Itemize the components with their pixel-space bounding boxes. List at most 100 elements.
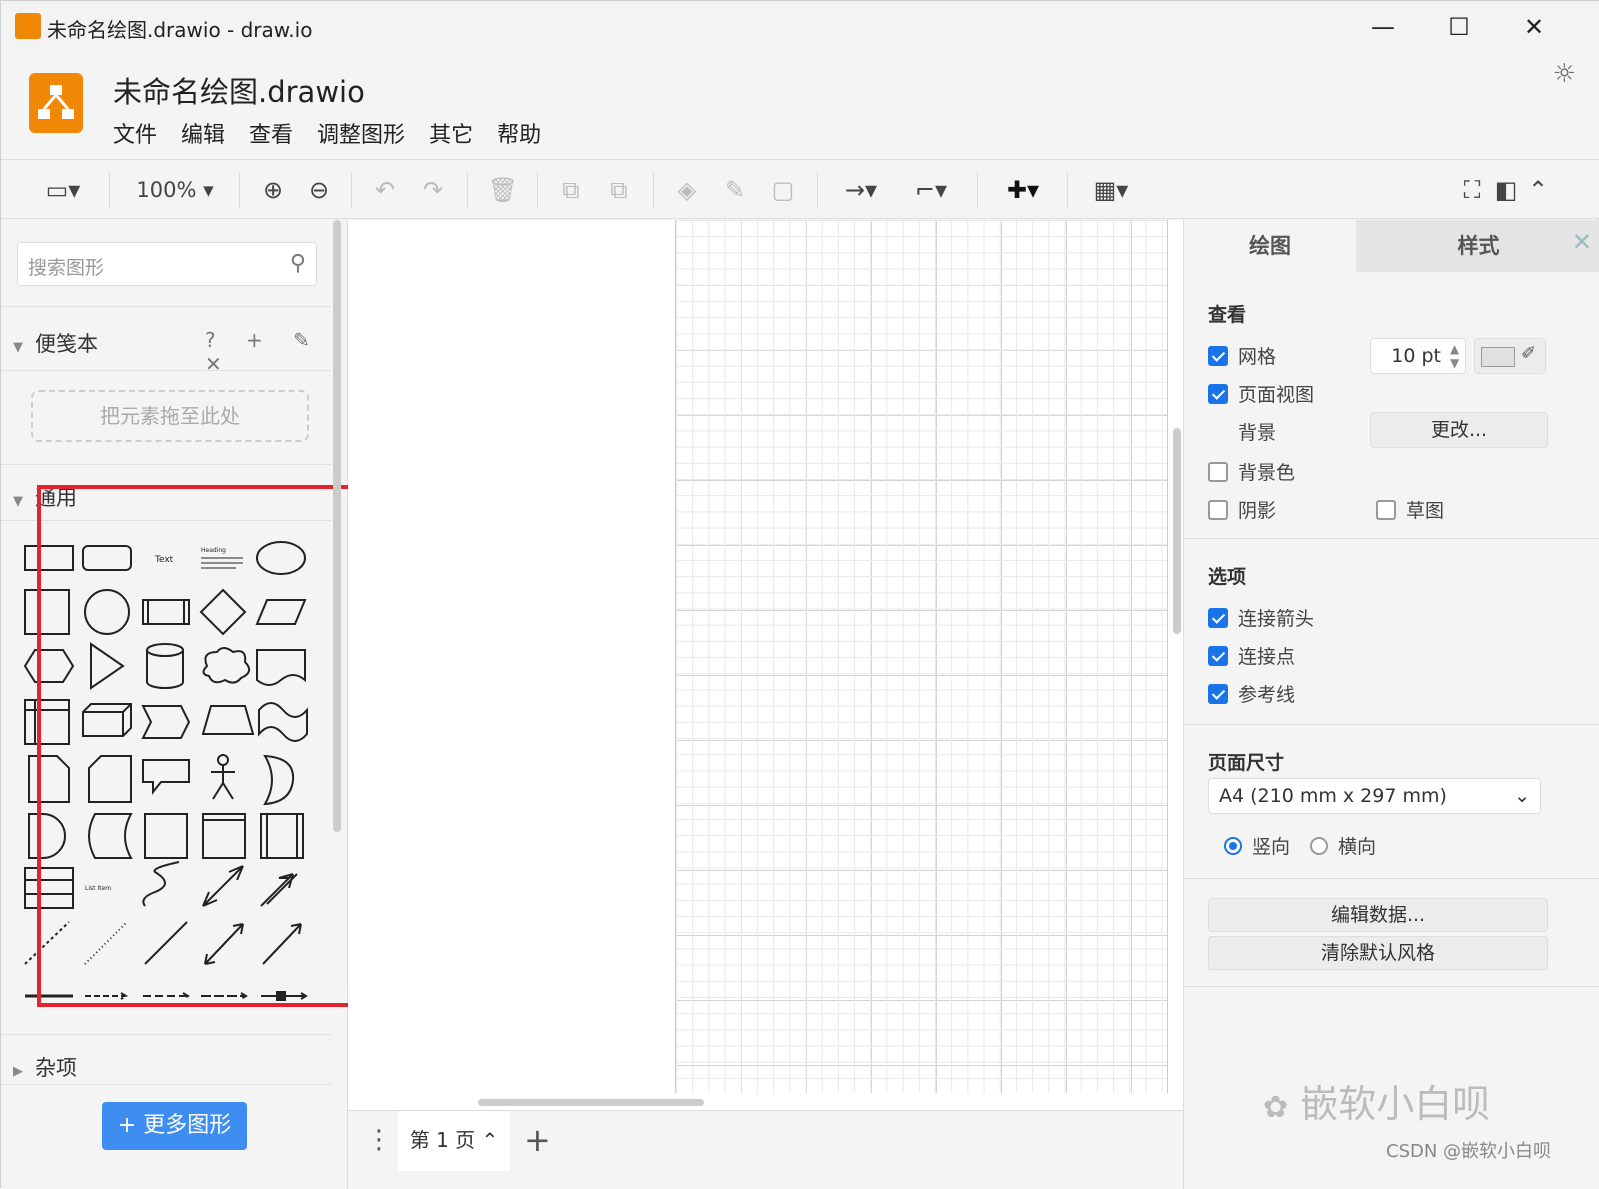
search-shapes-input[interactable]: 搜索图形 ⚲ [17, 242, 317, 286]
close-panel-icon[interactable]: ✕ [1572, 228, 1592, 256]
background-label: 背景 [1238, 422, 1277, 444]
menu-file[interactable]: 文件 [113, 117, 157, 149]
menu-help[interactable]: 帮助 [497, 117, 541, 149]
background-color-row[interactable]: 背景色 [1208, 458, 1295, 485]
shadow-icon[interactable]: ▢ [765, 170, 801, 210]
search-placeholder: 搜索图形 [28, 257, 105, 279]
edit-data-button[interactable]: 编辑数据... [1208, 898, 1548, 932]
grid-color-button[interactable]: ✐ [1474, 338, 1546, 374]
change-background-button[interactable]: 更改... [1370, 412, 1548, 448]
menu-view[interactable]: 查看 [249, 117, 293, 149]
fullscreen-icon[interactable]: ⛶ [1457, 170, 1487, 210]
diagram-canvas[interactable] [348, 220, 1183, 1110]
fill-color-icon[interactable]: ◈ [669, 170, 705, 210]
more-shapes-button[interactable]: + 更多图形 [102, 1102, 247, 1150]
scratchpad-title: 便笺本 [35, 332, 98, 356]
sun-icon[interactable]: ☼ [1553, 59, 1576, 89]
chevron-down-icon: ⌄ [1514, 785, 1530, 807]
to-back-icon[interactable]: ⧉ [601, 170, 637, 210]
add-page-icon[interactable]: + [524, 1121, 551, 1159]
line-color-icon[interactable]: ✎ [715, 170, 755, 210]
portrait-radio-row[interactable]: 竖向 [1224, 832, 1290, 859]
drawio-logo-icon [15, 13, 41, 39]
page-grid[interactable] [675, 220, 1168, 1093]
background-color-checkbox[interactable] [1208, 461, 1228, 482]
zoom-value: 100% [136, 178, 197, 202]
shapes-sidebar: 搜索图形 ⚲ ▼ 便笺本 ? + ✎ ✕ 把元素拖至此处 ▼ 通用 Text Hea… [1, 220, 376, 1189]
delete-icon[interactable]: 🗑 [485, 170, 521, 210]
connection-arrows-label: 连接箭头 [1238, 608, 1315, 630]
clear-default-style-button[interactable]: 清除默认风格 [1208, 936, 1548, 970]
minimize-button[interactable]: — [1353, 7, 1413, 47]
canvas-horizontal-scrollbar[interactable] [478, 1099, 704, 1106]
view-panels-icon[interactable]: ▭▾ [33, 170, 93, 210]
connection-points-row[interactable]: 连接点 [1208, 642, 1295, 669]
maximize-button[interactable]: ☐ [1429, 7, 1489, 47]
connection-points-checkbox[interactable] [1208, 645, 1228, 666]
grid-size-stepper[interactable]: ▲ ▼ [1450, 342, 1459, 370]
portrait-label: 竖向 [1252, 836, 1291, 858]
menu-bar: 文件 编辑 查看 调整图形 其它 帮助 [113, 117, 541, 149]
scratchpad-tools[interactable]: ? + ✎ ✕ [205, 328, 347, 376]
page-tab-1[interactable]: 第 1 页 ⌃ [398, 1111, 510, 1171]
format-panel: 绘图 样式 ✕ 查看 网格 10 pt ▲ ▼ ✐ 页面视图 背景 更改... 背… [1183, 220, 1599, 1189]
document-title[interactable]: 未命名绘图.drawio [113, 69, 365, 111]
toolbar: ▭▾ 100% ▾ ⊕ ⊖ ↶ ↷ 🗑 ⧉ ⧉ ◈ ✎ ▢ →▾ ⌐▾ ✚▾ ▦… [1, 159, 1599, 219]
app-window: 未命名绘图.drawio - draw.io — ☐ ✕ 未命名绘图.drawi… [0, 0, 1599, 1189]
drawio-app-logo-icon [29, 73, 83, 133]
to-front-icon[interactable]: ⧉ [553, 170, 589, 210]
close-window-button[interactable]: ✕ [1504, 7, 1564, 47]
menu-arrange[interactable]: 调整图形 [317, 117, 405, 149]
canvas-vertical-scrollbar[interactable] [1173, 428, 1181, 634]
zoom-in-icon[interactable]: ⊕ [255, 170, 291, 210]
redo-icon[interactable]: ↷ [415, 170, 451, 210]
zoom-select[interactable]: 100% ▾ [125, 170, 225, 210]
grid-checkbox[interactable] [1208, 345, 1228, 366]
waypoints-icon[interactable]: ⌐▾ [901, 170, 961, 210]
collapse-icon[interactable]: ⌃ [1523, 170, 1553, 210]
scratchpad-header[interactable]: ▼ 便笺本 [13, 328, 98, 358]
shadow-checkbox[interactable] [1208, 499, 1228, 520]
format-panel-icon[interactable]: ◧ [1491, 170, 1521, 210]
guides-label: 参考线 [1238, 684, 1296, 706]
sidebar-scrollbar[interactable] [333, 220, 341, 832]
misc-header[interactable]: ▶ 杂项 [13, 1052, 77, 1082]
connection-points-label: 连接点 [1238, 646, 1296, 668]
tab-diagram[interactable]: 绘图 [1184, 220, 1356, 272]
guides-checkbox[interactable] [1208, 683, 1228, 704]
guides-row[interactable]: 参考线 [1208, 680, 1295, 707]
landscape-radio[interactable] [1310, 836, 1328, 855]
zoom-out-icon[interactable]: ⊖ [301, 170, 337, 210]
tab-style[interactable]: 样式 [1356, 220, 1599, 272]
scratchpad-dropzone[interactable]: 把元素拖至此处 [31, 390, 309, 442]
watermark-text: ✿ 嵌软小白呗 [1263, 1082, 1491, 1126]
menu-extras[interactable]: 其它 [429, 117, 473, 149]
page-tabs-bar: ⋮ 第 1 页 ⌃ + [348, 1110, 1183, 1189]
title-bar: 未命名绘图.drawio - draw.io — ☐ ✕ [1, 1, 1599, 53]
shadow-label: 阴影 [1238, 500, 1277, 522]
shadow-row[interactable]: 阴影 [1208, 496, 1276, 523]
page-view-checkbox[interactable] [1208, 383, 1228, 404]
page-size-value: A4 (210 mm x 297 mm) [1219, 785, 1447, 807]
connection-arrow-icon[interactable]: →▾ [833, 170, 889, 210]
menu-edit[interactable]: 编辑 [181, 117, 225, 149]
connection-arrows-row[interactable]: 连接箭头 [1208, 604, 1314, 631]
table-icon[interactable]: ▦▾ [1081, 170, 1141, 210]
csdn-credit: CSDN @嵌软小白呗 [1386, 1141, 1552, 1162]
grid-checkbox-row[interactable]: 网格 [1208, 342, 1276, 369]
page-view-checkbox-row[interactable]: 页面视图 [1208, 380, 1314, 407]
page-size-select[interactable]: A4 (210 mm x 297 mm) ⌄ [1208, 778, 1541, 814]
search-icon[interactable]: ⚲ [290, 251, 306, 276]
sketch-row[interactable]: 草图 [1376, 496, 1444, 523]
portrait-radio[interactable] [1224, 836, 1242, 855]
grid-label: 网格 [1238, 346, 1277, 368]
undo-icon[interactable]: ↶ [367, 170, 403, 210]
background-color-label: 背景色 [1238, 462, 1296, 484]
window-title: 未命名绘图.drawio - draw.io [47, 18, 313, 42]
sketch-checkbox[interactable] [1376, 499, 1396, 520]
insert-icon[interactable]: ✚▾ [993, 170, 1053, 210]
page-menu-icon[interactable]: ⋮ [366, 1125, 392, 1155]
landscape-radio-row[interactable]: 横向 [1310, 832, 1376, 859]
connection-arrows-checkbox[interactable] [1208, 607, 1228, 628]
eyedropper-icon: ✐ [1521, 343, 1537, 364]
